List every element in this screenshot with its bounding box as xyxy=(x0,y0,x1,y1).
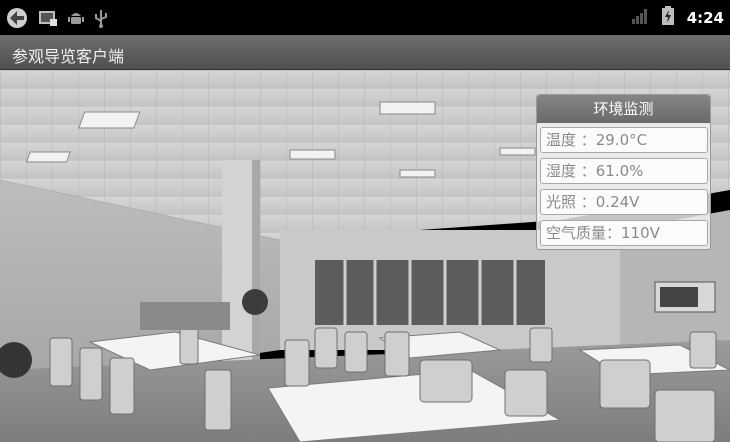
status-time: 4:24 xyxy=(686,9,724,27)
status-bar: 4:24 xyxy=(0,0,730,35)
usb-icon xyxy=(94,8,108,32)
screenshot-icon xyxy=(38,9,58,31)
light-field: 光照 ：0.24V xyxy=(540,189,708,215)
environment-monitor-panel: 环境监测 温度 ：29.0°C 湿度 ：61.0% 光照 ：0.24V 空气质量… xyxy=(536,94,711,250)
status-bar-left xyxy=(6,7,108,33)
temperature-field: 温度 ：29.0°C xyxy=(540,127,708,153)
android-debug-icon xyxy=(68,9,84,31)
app-icon xyxy=(6,7,28,33)
app-title-bar: 参观导览客户端 xyxy=(0,35,730,70)
battery-charging-icon xyxy=(661,6,675,30)
app-title: 参观导览客户端 xyxy=(12,47,125,66)
env-panel-title: 环境监测 xyxy=(537,95,710,123)
signal-icon xyxy=(631,7,649,29)
humidity-field: 湿度 ：61.0% xyxy=(540,158,708,184)
air-quality-field: 空气质量：110V xyxy=(540,220,708,246)
cafeteria-scene-image: 环境监测 温度 ：29.0°C 湿度 ：61.0% 光照 ：0.24V 空气质量… xyxy=(0,70,730,442)
status-bar-right: 4:24 xyxy=(631,6,724,30)
